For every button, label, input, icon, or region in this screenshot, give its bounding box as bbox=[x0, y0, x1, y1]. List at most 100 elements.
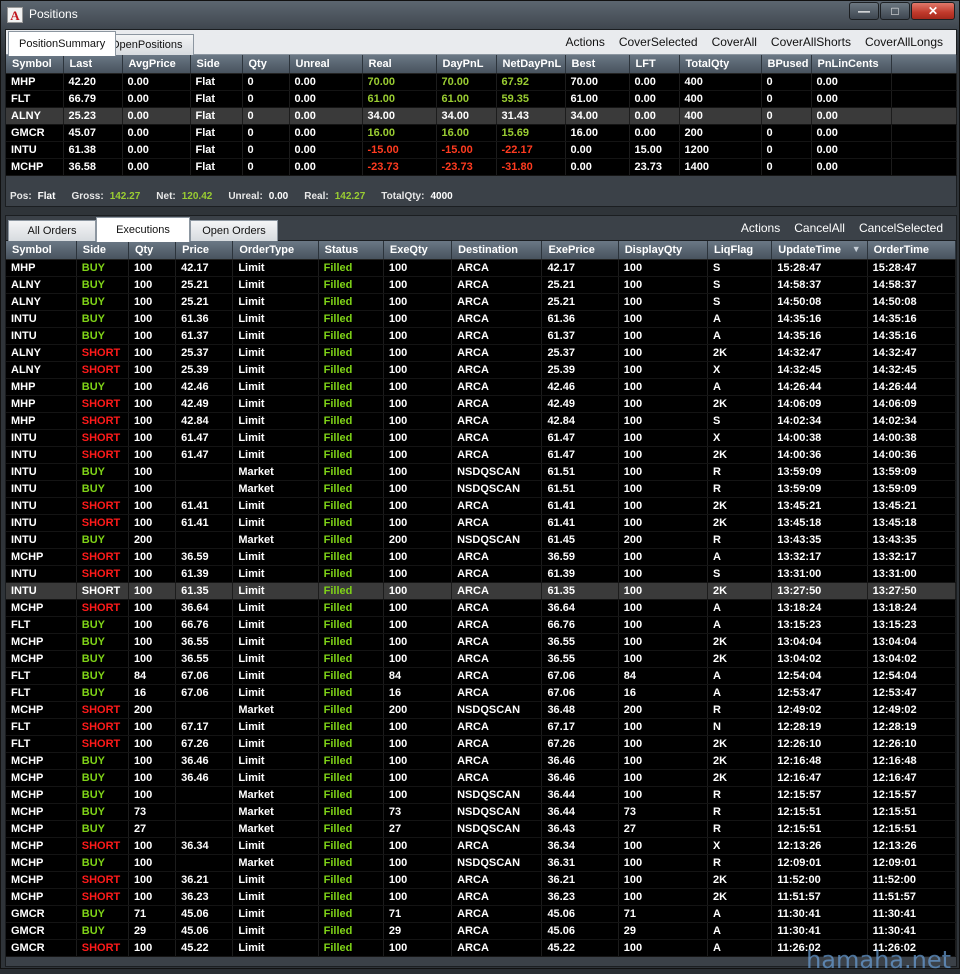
column-header-totalqty[interactable]: TotalQty bbox=[679, 55, 762, 74]
column-header-liqflag[interactable]: LiqFlag bbox=[707, 241, 773, 260]
execution-row[interactable]: FLT SHORT 100 67.17 Limit Filled 100 ARCA 67.17 1… bbox=[6, 718, 957, 736]
cell-symbol: INTU bbox=[6, 446, 77, 464]
tab-executions[interactable]: Executions bbox=[96, 217, 190, 242]
column-header-qty[interactable]: Qty bbox=[242, 55, 290, 74]
execution-row[interactable]: MCHP BUY 100 Market Filled 100 NSDQSCAN 36.44 10… bbox=[6, 786, 957, 804]
execution-row[interactable]: INTU BUY 100 Market Filled 100 NSDQSCAN 61.51 10… bbox=[6, 463, 957, 481]
cell-side: SHORT bbox=[76, 718, 129, 736]
cancel-selected-button[interactable]: CancelSelected bbox=[852, 216, 950, 241]
column-header-price[interactable]: Price bbox=[175, 241, 234, 260]
cell-ordertime: 13:43:35 bbox=[867, 531, 957, 549]
tab-position-summary[interactable]: PositionSummary bbox=[8, 31, 117, 56]
execution-row[interactable]: ALNY SHORT 100 25.37 Limit Filled 100 ARCA 25.37… bbox=[6, 344, 957, 362]
column-header-real[interactable]: Real bbox=[362, 55, 437, 74]
tab-all-orders[interactable]: All Orders bbox=[8, 220, 96, 241]
execution-row[interactable]: MCHP SHORT 100 36.34 Limit Filled 100 ARCA 36.34… bbox=[6, 837, 957, 855]
close-button[interactable]: ✕ bbox=[911, 2, 955, 20]
column-header-symbol[interactable]: Symbol bbox=[6, 241, 77, 260]
position-row[interactable]: MCHP 36.58 0.00 Flat 0 0.00 -23.73 -23.73 -31.80… bbox=[6, 158, 957, 176]
column-header-symbol[interactable]: Symbol bbox=[6, 55, 64, 74]
execution-row[interactable]: MHP BUY 100 42.17 Limit Filled 100 ARCA 42.17 100… bbox=[6, 259, 957, 277]
cover-all-button[interactable]: CoverAll bbox=[705, 30, 764, 55]
execution-row[interactable]: MCHP BUY 100 36.55 Limit Filled 100 ARCA 36.55 10… bbox=[6, 650, 957, 668]
execution-row[interactable]: MCHP SHORT 200 Market Filled 200 NSDQSCAN 36.48… bbox=[6, 701, 957, 719]
cover-all-longs-button[interactable]: CoverAllLongs bbox=[858, 30, 950, 55]
execution-row[interactable]: INTU SHORT 100 61.39 Limit Filled 100 ARCA 61.39… bbox=[6, 565, 957, 583]
execution-row[interactable]: MCHP SHORT 100 36.64 Limit Filled 100 ARCA 36.64… bbox=[6, 599, 957, 617]
cell-exeprice: 61.35 bbox=[541, 582, 619, 600]
column-header-daypnl[interactable]: DayPnL bbox=[436, 55, 497, 74]
column-header-displayqty[interactable]: DisplayQty bbox=[618, 241, 709, 260]
execution-row[interactable]: FLT BUY 16 67.06 Limit Filled 16 ARCA 67.06 16 A 12… bbox=[6, 684, 957, 702]
column-header-unreal[interactable]: Unreal bbox=[289, 55, 363, 74]
cell-symbol: INTU bbox=[6, 429, 77, 447]
orders-actions-menu[interactable]: Actions bbox=[734, 216, 787, 241]
cell-qty: 100 bbox=[128, 412, 177, 430]
execution-row[interactable]: GMCR BUY 29 45.06 Limit Filled 29 ARCA 45.06 29 A 1… bbox=[6, 922, 957, 940]
execution-row[interactable]: INTU SHORT 100 61.41 Limit Filled 100 ARCA 61.41… bbox=[6, 497, 957, 515]
execution-row[interactable]: MCHP SHORT 100 36.23 Limit Filled 100 ARCA 36.23… bbox=[6, 888, 957, 906]
execution-row[interactable]: FLT SHORT 100 67.26 Limit Filled 100 ARCA 67.26 1… bbox=[6, 735, 957, 753]
execution-row[interactable]: INTU BUY 100 61.36 Limit Filled 100 ARCA 61.36 10… bbox=[6, 310, 957, 328]
column-header-exeprice[interactable]: ExePrice bbox=[541, 241, 619, 260]
position-row[interactable]: INTU 61.38 0.00 Flat 0 0.00 -15.00 -15.00 -22.17… bbox=[6, 141, 957, 159]
column-header-exeqty[interactable]: ExeQty bbox=[383, 241, 453, 260]
execution-row[interactable]: MCHP BUY 73 Market Filled 73 NSDQSCAN 36.44 73 R 1… bbox=[6, 803, 957, 821]
execution-row[interactable]: MCHP BUY 100 36.46 Limit Filled 100 ARCA 36.46 10… bbox=[6, 769, 957, 787]
execution-row[interactable]: INTU SHORT 100 61.47 Limit Filled 100 ARCA 61.47… bbox=[6, 429, 957, 447]
column-header-last[interactable]: Last bbox=[63, 55, 123, 74]
execution-row[interactable]: INTU SHORT 100 61.35 Limit Filled 100 ARCA 61.35… bbox=[6, 582, 957, 600]
column-header-ordertime[interactable]: OrderTime bbox=[867, 241, 957, 260]
execution-row[interactable]: MHP SHORT 100 42.49 Limit Filled 100 ARCA 42.49 1… bbox=[6, 395, 957, 413]
cover-all-shorts-button[interactable]: CoverAllShorts bbox=[764, 30, 858, 55]
position-row[interactable]: MHP 42.20 0.00 Flat 0 0.00 70.00 70.00 67.92 70.0… bbox=[6, 73, 957, 91]
position-row[interactable]: ALNY 25.23 0.00 Flat 0 0.00 34.00 34.00 31.43 34.… bbox=[6, 107, 957, 125]
execution-row[interactable]: MCHP BUY 100 36.55 Limit Filled 100 ARCA 36.55 10… bbox=[6, 633, 957, 651]
column-header-qty[interactable]: Qty bbox=[128, 241, 177, 260]
cell-updatetime: 13:31:00 bbox=[771, 565, 868, 583]
execution-row[interactable]: ALNY BUY 100 25.21 Limit Filled 100 ARCA 25.21 10… bbox=[6, 276, 957, 294]
tab-open-orders[interactable]: Open Orders bbox=[190, 220, 278, 241]
minimize-button[interactable]: — bbox=[849, 2, 879, 20]
cancel-all-button[interactable]: CancelAll bbox=[787, 216, 852, 241]
execution-row[interactable]: MHP BUY 100 42.46 Limit Filled 100 ARCA 42.46 100… bbox=[6, 378, 957, 396]
execution-row[interactable]: INTU BUY 100 Market Filled 100 NSDQSCAN 61.51 10… bbox=[6, 480, 957, 498]
column-header-destination[interactable]: Destination bbox=[451, 241, 543, 260]
execution-row[interactable]: MHP SHORT 100 42.84 Limit Filled 100 ARCA 42.84 1… bbox=[6, 412, 957, 430]
column-header-status[interactable]: Status bbox=[318, 241, 384, 260]
execution-row[interactable]: MCHP BUY 27 Market Filled 27 NSDQSCAN 36.43 27 R 1… bbox=[6, 820, 957, 838]
execution-row[interactable]: INTU BUY 200 Market Filled 200 NSDQSCAN 61.45 20… bbox=[6, 531, 957, 549]
column-header-avgprice[interactable]: AvgPrice bbox=[122, 55, 191, 74]
execution-row[interactable]: INTU SHORT 100 61.41 Limit Filled 100 ARCA 61.41… bbox=[6, 514, 957, 532]
column-header-bpused[interactable]: BPused bbox=[761, 55, 812, 74]
column-header-side[interactable]: Side bbox=[190, 55, 243, 74]
execution-row[interactable]: GMCR BUY 71 45.06 Limit Filled 71 ARCA 45.06 71 A 1… bbox=[6, 905, 957, 923]
execution-row[interactable]: MCHP BUY 100 36.46 Limit Filled 100 ARCA 36.46 10… bbox=[6, 752, 957, 770]
execution-row[interactable]: FLT BUY 100 66.76 Limit Filled 100 ARCA 66.76 100… bbox=[6, 616, 957, 634]
cell-netdaypnl: 15.69 bbox=[496, 124, 566, 142]
cell-status: Filled bbox=[318, 701, 384, 719]
execution-row[interactable]: MCHP SHORT 100 36.21 Limit Filled 100 ARCA 36.21… bbox=[6, 871, 957, 889]
cover-selected-button[interactable]: CoverSelected bbox=[612, 30, 705, 55]
maximize-button[interactable]: □ bbox=[880, 2, 910, 20]
position-row[interactable]: FLT 66.79 0.00 Flat 0 0.00 61.00 61.00 59.35 61.0… bbox=[6, 90, 957, 108]
execution-row[interactable]: ALNY SHORT 100 25.39 Limit Filled 100 ARCA 25.39… bbox=[6, 361, 957, 379]
cell-side: BUY bbox=[76, 378, 129, 396]
execution-row[interactable]: INTU SHORT 100 61.47 Limit Filled 100 ARCA 61.47… bbox=[6, 446, 957, 464]
summary-actions-menu[interactable]: Actions bbox=[558, 30, 611, 55]
execution-row[interactable]: MCHP SHORT 100 36.59 Limit Filled 100 ARCA 36.59… bbox=[6, 548, 957, 566]
column-header-side[interactable]: Side bbox=[76, 241, 129, 260]
column-header-lft[interactable]: LFT bbox=[629, 55, 680, 74]
column-header-best[interactable]: Best bbox=[565, 55, 630, 74]
cell-ordertype: Limit bbox=[232, 310, 319, 328]
column-header-pnlincents[interactable]: PnLinCents bbox=[811, 55, 892, 74]
execution-row[interactable]: INTU BUY 100 61.37 Limit Filled 100 ARCA 61.37 10… bbox=[6, 327, 957, 345]
position-row[interactable]: GMCR 45.07 0.00 Flat 0 0.00 16.00 16.00 15.69 16.… bbox=[6, 124, 957, 142]
column-header-updatetime[interactable]: UpdateTime ▼ bbox=[771, 241, 868, 260]
title-bar[interactable]: A Positions — □ ✕ bbox=[1, 1, 959, 29]
execution-row[interactable]: MCHP BUY 100 Market Filled 100 NSDQSCAN 36.31 10… bbox=[6, 854, 957, 872]
execution-row[interactable]: FLT BUY 84 67.06 Limit Filled 84 ARCA 67.06 84 A 12… bbox=[6, 667, 957, 685]
column-header-netdaypnl[interactable]: NetDayPnL bbox=[496, 55, 566, 74]
column-header-ordertype[interactable]: OrderType bbox=[232, 241, 319, 260]
execution-row[interactable]: ALNY BUY 100 25.21 Limit Filled 100 ARCA 25.21 10… bbox=[6, 293, 957, 311]
